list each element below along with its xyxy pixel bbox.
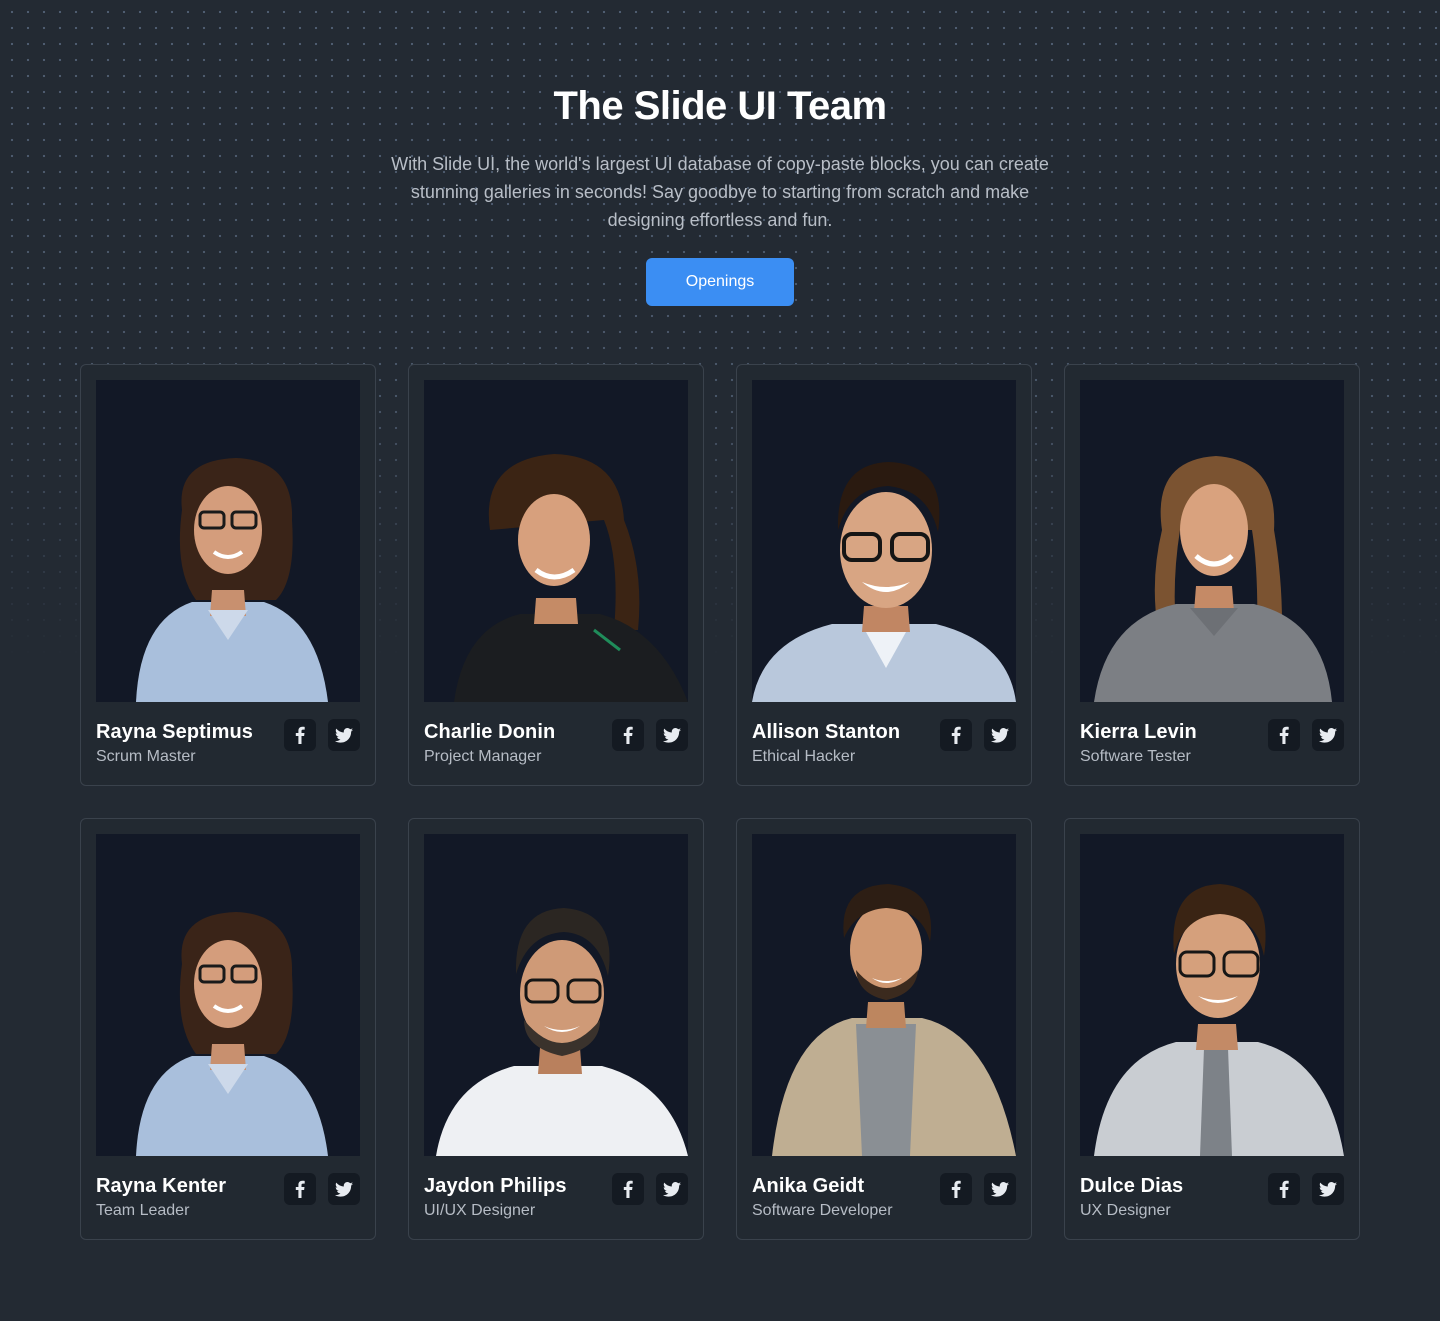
member-photo: [752, 380, 1016, 702]
team-card: Kierra Levin Software Tester: [1064, 364, 1360, 786]
hero-section: The Slide UI Team With Slide UI, the wor…: [0, 0, 1440, 306]
twitter-icon[interactable]: [656, 1173, 688, 1205]
facebook-icon[interactable]: [940, 719, 972, 751]
twitter-icon[interactable]: [328, 1173, 360, 1205]
openings-button[interactable]: Openings: [646, 258, 794, 306]
team-card: Dulce Dias UX Designer: [1064, 818, 1360, 1240]
page-title: The Slide UI Team: [553, 84, 887, 128]
twitter-icon[interactable]: [1312, 719, 1344, 751]
member-photo: [96, 380, 360, 702]
member-photo: [752, 834, 1016, 1156]
facebook-icon[interactable]: [284, 719, 316, 751]
twitter-icon[interactable]: [1312, 1173, 1344, 1205]
team-card: Jaydon Philips UI/UX Designer: [408, 818, 704, 1240]
member-photo: [1080, 834, 1344, 1156]
team-card: Rayna Septimus Scrum Master: [80, 364, 376, 786]
twitter-icon[interactable]: [984, 1173, 1016, 1205]
facebook-icon[interactable]: [612, 719, 644, 751]
team-grid: Rayna Septimus Scrum Master Charlie Doni…: [80, 364, 1360, 1240]
team-card: Anika Geidt Software Developer: [736, 818, 1032, 1240]
member-photo: [96, 834, 360, 1156]
facebook-icon[interactable]: [1268, 719, 1300, 751]
twitter-icon[interactable]: [984, 719, 1016, 751]
member-photo: [424, 834, 688, 1156]
facebook-icon[interactable]: [612, 1173, 644, 1205]
member-photo: [424, 380, 688, 702]
member-photo: [1080, 380, 1344, 702]
twitter-icon[interactable]: [328, 719, 360, 751]
team-card: Allison Stanton Ethical Hacker: [736, 364, 1032, 786]
hero-description: With Slide UI, the world's largest UI da…: [391, 154, 1049, 230]
team-card: Rayna Kenter Team Leader: [80, 818, 376, 1240]
twitter-icon[interactable]: [656, 719, 688, 751]
facebook-icon[interactable]: [940, 1173, 972, 1205]
facebook-icon[interactable]: [1268, 1173, 1300, 1205]
team-card: Charlie Donin Project Manager: [408, 364, 704, 786]
facebook-icon[interactable]: [284, 1173, 316, 1205]
